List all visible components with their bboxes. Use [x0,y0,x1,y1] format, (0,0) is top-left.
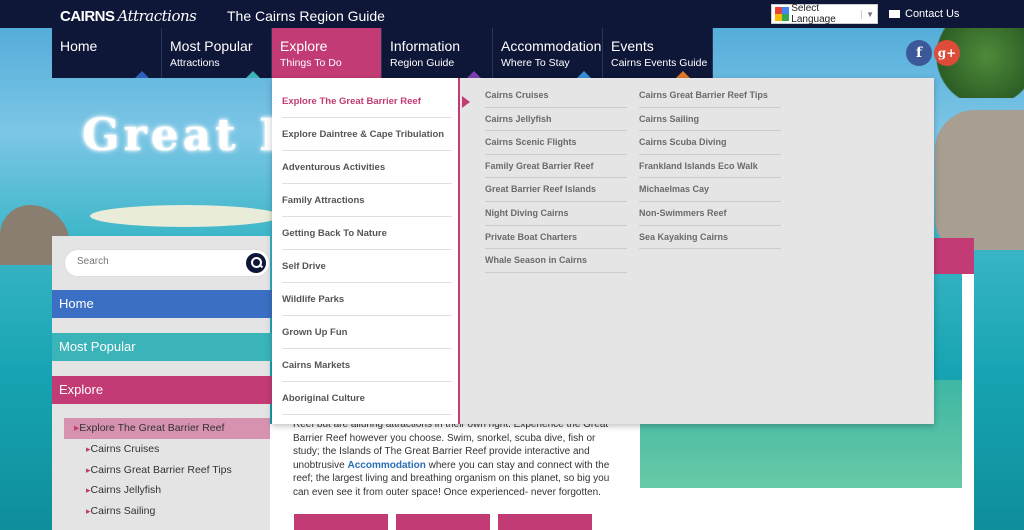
mega-link[interactable]: Cairns Great Barrier Reef Tips [639,84,781,108]
contact-label: Contact Us [905,8,960,20]
mega-category[interactable]: Aboriginal Culture [282,382,452,415]
mega-menu-categories: Explore The Great Barrier Reef Explore D… [272,78,470,424]
nav-indicator [135,71,149,78]
nav-home[interactable]: Home [52,28,162,78]
nav-sublabel: Where To Stay [501,57,570,69]
mega-link[interactable]: Non-Swimmers Reef [639,202,781,226]
mega-category[interactable]: Explore Daintree & Cape Tribulation [282,118,452,151]
nav-accommodation[interactable]: Accommodation Where To Stay [493,28,603,78]
contact-link[interactable]: Contact Us [889,8,959,20]
nav-indicator [577,71,591,78]
search-icon[interactable] [246,253,266,273]
right-panel [640,488,962,530]
nav-indicator [246,71,260,78]
envelope-icon [889,10,900,18]
mega-link[interactable]: Private Boat Charters [485,226,627,250]
nav-sublabel: Cairns Events Guide [611,57,708,69]
facebook-icon[interactable]: f [906,40,932,66]
sidebar-explore-label: Explore [59,382,104,397]
nav-label: Explore [280,38,328,54]
mega-link[interactable]: Michaelmas Cay [639,178,781,202]
sidebar-most-popular[interactable]: Most Popular [52,333,274,361]
logo-script: Attractions [117,7,197,25]
sandbar-image [90,205,280,227]
google-plus-icon[interactable]: g+ [934,40,960,66]
nav-sublabel: Region Guide [390,57,455,69]
mega-category[interactable]: Family Attractions [282,184,452,217]
nav-label: Accommodation [501,38,602,54]
content-button[interactable] [498,514,592,530]
nav-indicator [676,71,690,78]
search-input[interactable] [77,256,227,267]
sidebar-home-label: Home [59,296,94,311]
nav-most-popular[interactable]: Most Popular Attractions [162,28,272,78]
search-box [64,249,270,277]
intro-paragraph: Reef but are alluring attractions in the… [293,418,623,500]
nav-explore[interactable]: Explore Things To Do [272,28,382,78]
mega-link[interactable]: Cairns Scenic Flights [485,131,627,155]
nav-label: Events [611,38,654,54]
content-button[interactable] [294,514,388,530]
sidebar-explore[interactable]: Explore [52,376,272,404]
top-bar: CAIRNS Attractions The Cairns Region Guid… [0,0,1024,28]
mega-link[interactable]: Frankland Islands Eco Walk [639,155,781,179]
mega-column-2: Cairns Great Barrier Reef Tips Cairns Sa… [639,84,781,250]
mega-category[interactable]: Self Drive [282,250,452,283]
white-strip [962,274,974,530]
sidebar-subitem[interactable]: Cairns Cruises [64,439,270,460]
nav-sublabel: Things To Do [280,57,342,69]
nav-label: Most Popular [170,38,253,54]
sidebar-subitem[interactable]: Cairns Jellyfish [64,480,270,501]
language-label: Select Language [791,3,836,25]
social-links: f g+ [906,40,960,66]
language-select[interactable]: Select Language ▼ [771,3,878,25]
mega-link[interactable]: Cairns Sailing [639,108,781,132]
mega-category[interactable]: Adventurous Activities [282,151,452,184]
nav-label: Information [390,38,461,54]
boulder-image [935,110,1024,250]
banner-title: Great B [82,110,301,161]
sidebar-subitem-active[interactable]: Explore The Great Barrier Reef [64,418,270,439]
mega-link[interactable]: Cairns Scuba Diving [639,131,781,155]
mega-link[interactable]: Sea Kayaking Cairns [639,226,781,250]
pink-accent-bar [934,238,974,274]
nav-information[interactable]: Information Region Guide [382,28,493,78]
mega-link[interactable]: Family Great Barrier Reef [485,155,627,179]
mega-link[interactable]: Cairns Jellyfish [485,108,627,132]
mega-category[interactable]: Wildlife Parks [282,283,452,316]
mega-link[interactable]: Night Diving Cairns [485,202,627,226]
mega-column-1: Cairns Cruises Cairns Jellyfish Cairns S… [485,84,627,273]
mega-link[interactable]: Whale Season in Cairns [485,249,627,273]
sidebar-submenu: Explore The Great Barrier Reef Cairns Cr… [64,418,270,521]
nav-label: Home [60,38,98,54]
sidebar-subitem[interactable]: Cairns Great Barrier Reef Tips [64,460,270,481]
accommodation-link[interactable]: Accommodation [347,460,425,471]
nav-sublabel: Attractions [170,57,220,69]
nav-events[interactable]: Events Cairns Events Guide [603,28,713,78]
logo-bold: CAIRNS [60,8,115,25]
main-content: Reef but are alluring attractions in the… [270,419,640,530]
mega-link[interactable]: Cairns Cruises [485,84,627,108]
content-button[interactable] [396,514,490,530]
nav-indicator [467,71,481,78]
mega-category[interactable]: Cairns Markets [282,349,452,382]
main-nav: Home Most Popular Attractions Explore Th… [52,28,713,78]
chevron-down-icon: ▼ [861,9,874,19]
sidebar-subitem[interactable]: Cairns Sailing [64,501,270,522]
site-logo[interactable]: CAIRNS Attractions [60,7,197,25]
explore-mega-menu: Explore The Great Barrier Reef Explore D… [272,78,934,424]
sidebar-popular-label: Most Popular [59,339,136,354]
mega-category[interactable]: Grown Up Fun [282,316,452,349]
google-icon [775,7,789,21]
site-tagline: The Cairns Region Guide [227,8,385,24]
sidebar: Home Most Popular Explore Explore The Gr… [52,236,274,530]
sidebar-home[interactable]: Home [52,290,274,318]
mega-category-active[interactable]: Explore The Great Barrier Reef [282,85,470,118]
mega-category[interactable]: Getting Back To Nature [282,217,452,250]
mega-link[interactable]: Great Barrier Reef Islands [485,178,627,202]
